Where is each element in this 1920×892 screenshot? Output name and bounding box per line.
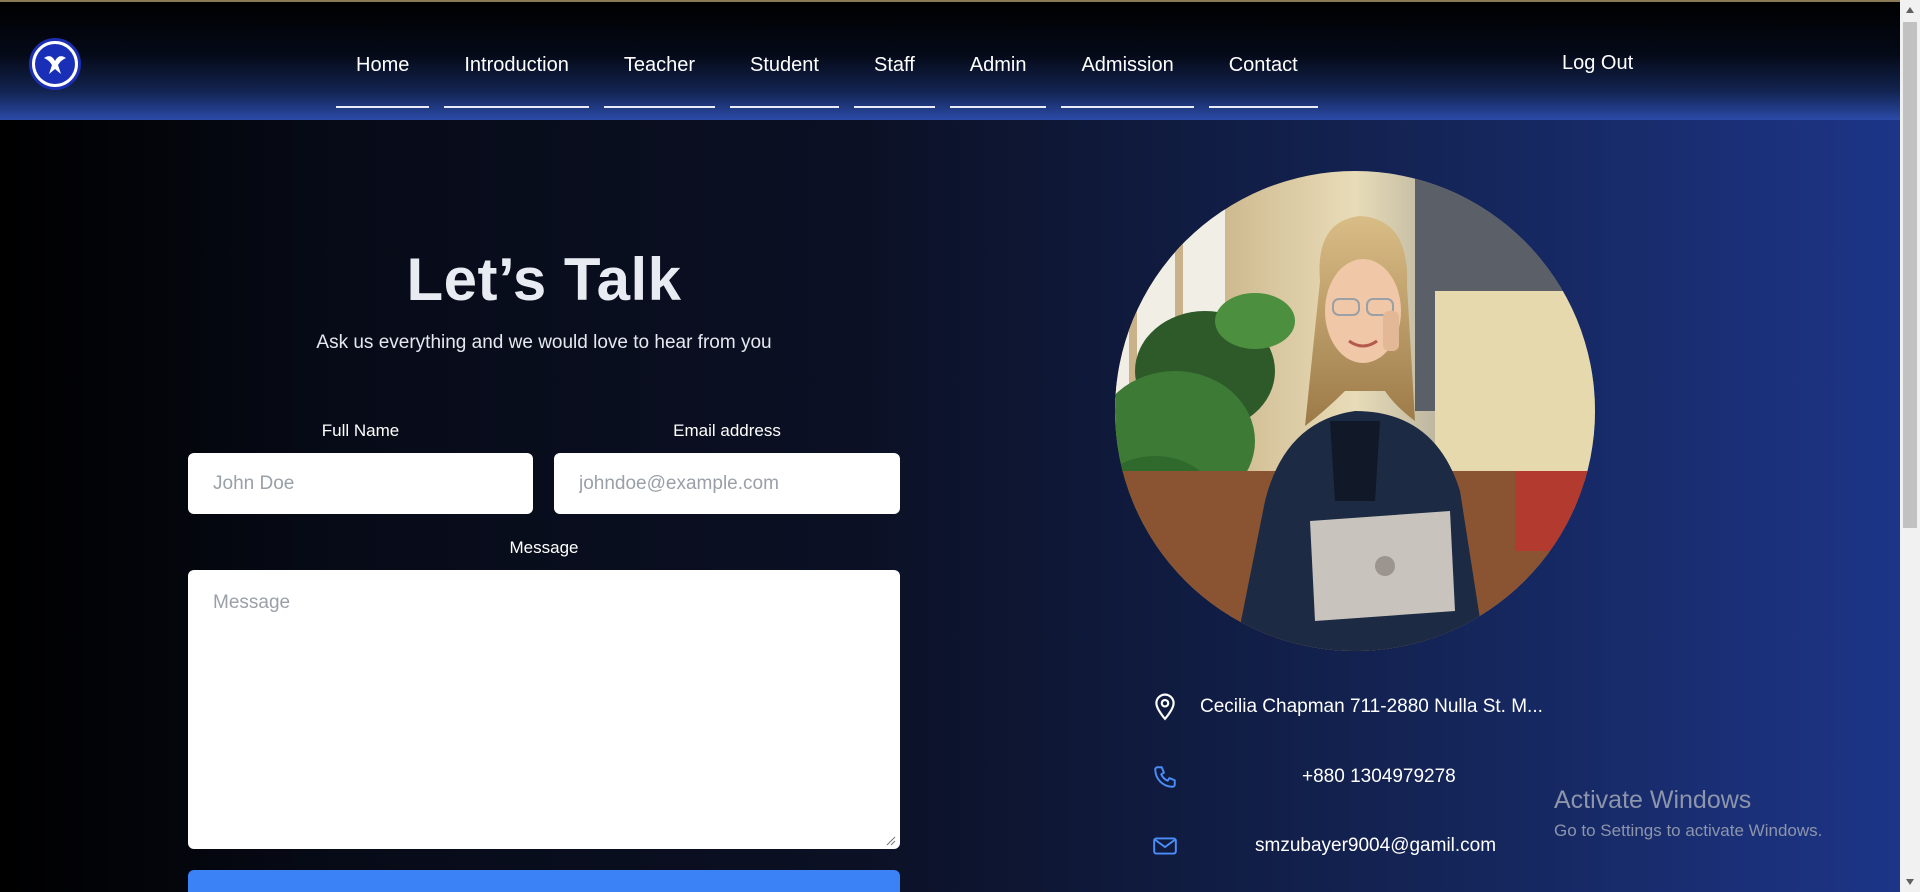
- full-name-input[interactable]: [188, 453, 533, 514]
- nav-item-label: Admin: [969, 54, 1027, 76]
- nav-item-label: Admission: [1081, 54, 1174, 76]
- site-logo[interactable]: [29, 38, 81, 90]
- submit-button[interactable]: [188, 870, 900, 892]
- main-nav: Home Introduction Teacher Student Staff …: [336, 30, 1318, 110]
- nav-item-admin[interactable]: Admin: [949, 30, 1047, 108]
- nav-item-label: Staff: [873, 54, 915, 76]
- map-pin-icon: [1150, 692, 1180, 722]
- page: Home Introduction Teacher Student Staff …: [0, 0, 1900, 892]
- eagle-logo-icon: [35, 44, 75, 84]
- nav-item-teacher[interactable]: Teacher: [603, 30, 716, 108]
- scrollbar-thumb[interactable]: [1903, 22, 1917, 528]
- phone-icon: [1150, 762, 1180, 792]
- page-subtitle: Ask us everything and we would love to h…: [316, 332, 772, 353]
- nav-item-label: Contact: [1228, 54, 1298, 76]
- contact-phone-row: +880 1304979278: [1150, 757, 1456, 797]
- vertical-scrollbar[interactable]: [1900, 0, 1920, 892]
- nav-item-label: Introduction: [464, 54, 569, 76]
- nav-item-label: Home: [356, 54, 410, 76]
- message-textarea[interactable]: [188, 570, 900, 849]
- nav-item-contact[interactable]: Contact: [1208, 30, 1318, 108]
- resize-handle-icon[interactable]: [886, 836, 896, 846]
- nav-item-label: Teacher: [623, 54, 696, 76]
- email-input[interactable]: [554, 453, 900, 514]
- contact-address-row: Cecilia Chapman 711-2880 Nulla St. M...: [1150, 687, 1543, 727]
- activate-windows-subtitle: Go to Settings to activate Windows.: [1554, 821, 1823, 840]
- mail-icon: [1150, 831, 1180, 861]
- nav-item-label: Student: [750, 54, 819, 76]
- nav-item-staff[interactable]: Staff: [853, 30, 935, 108]
- contact-phone[interactable]: +880 1304979278: [1302, 766, 1456, 788]
- scroll-up-arrow-icon[interactable]: [1900, 0, 1920, 20]
- activate-windows-title: Activate Windows: [1554, 786, 1752, 814]
- full-name-label: Full Name: [321, 421, 400, 440]
- nav-item-home[interactable]: Home: [336, 30, 430, 108]
- nav-item-student[interactable]: Student: [730, 30, 839, 108]
- nav-item-introduction[interactable]: Introduction: [444, 30, 589, 108]
- contact-address: Cecilia Chapman 711-2880 Nulla St. M...: [1200, 696, 1543, 717]
- page-title: Let’s Talk: [406, 246, 682, 313]
- scroll-down-arrow-icon[interactable]: [1900, 872, 1920, 892]
- site-header: Home Introduction Teacher Student Staff …: [0, 2, 1900, 120]
- message-label: Message: [509, 538, 579, 557]
- contact-email[interactable]: smzubayer9004@gamil.com: [1255, 835, 1496, 857]
- contact-email-row: smzubayer9004@gamil.com: [1150, 826, 1496, 866]
- contact-photo: [1115, 171, 1595, 651]
- logout-link[interactable]: Log Out: [1562, 52, 1633, 75]
- nav-item-admission[interactable]: Admission: [1061, 30, 1194, 108]
- email-label: Email address: [673, 421, 781, 440]
